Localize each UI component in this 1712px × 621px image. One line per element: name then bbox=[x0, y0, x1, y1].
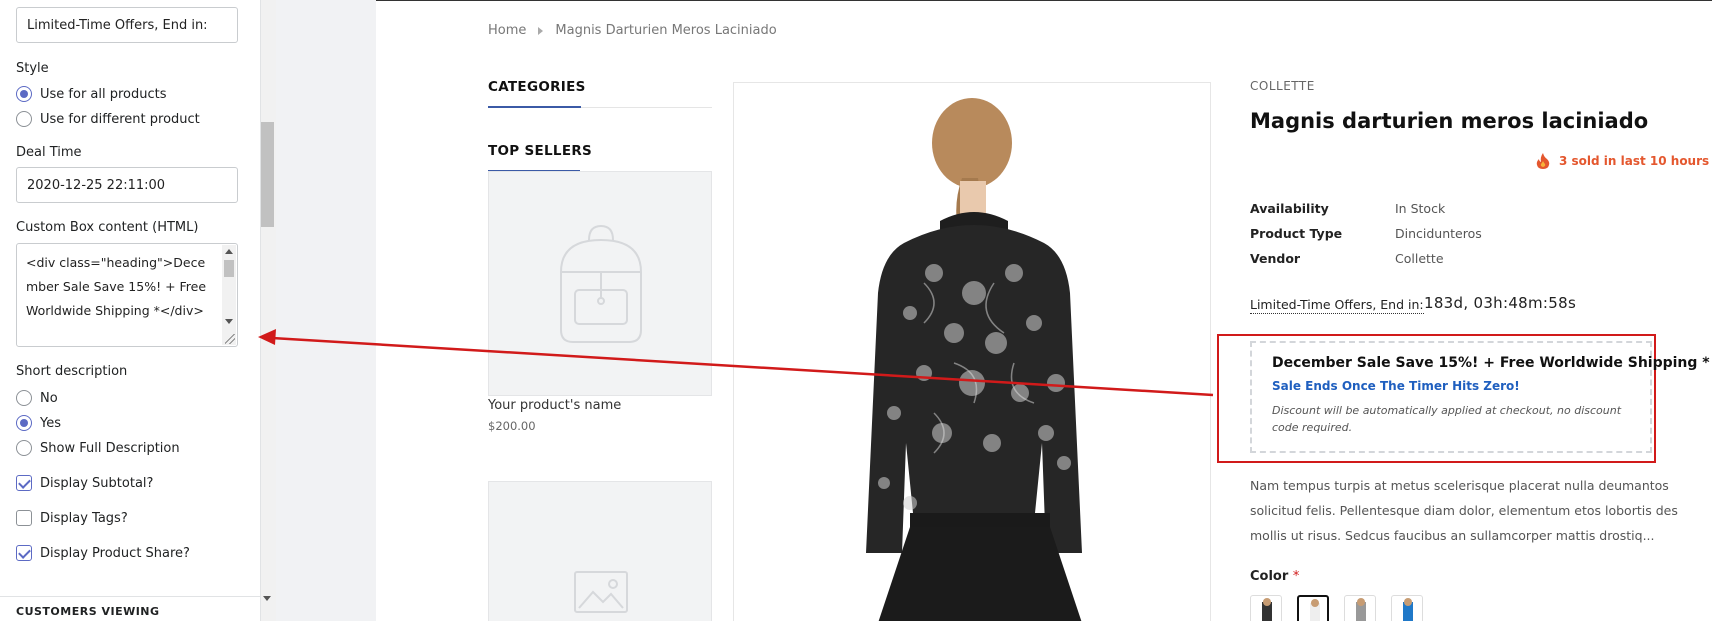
meta-value-availability: In Stock bbox=[1395, 201, 1446, 216]
placeholder-product-name[interactable]: Your product's name bbox=[488, 398, 621, 413]
meta-key-availability: Availability bbox=[1250, 201, 1329, 216]
radio-selected-icon[interactable] bbox=[16, 86, 32, 102]
categories-heading[interactable]: CATEGORIES bbox=[488, 79, 586, 95]
swatch-thumbnail bbox=[1310, 599, 1320, 621]
deal-time-input[interactable] bbox=[16, 167, 238, 203]
sidebar-scroll-thumb[interactable] bbox=[261, 122, 274, 227]
color-swatch-blue[interactable] bbox=[1391, 595, 1423, 621]
display-share-label: Display Product Share? bbox=[40, 545, 190, 561]
display-tags-label: Display Tags? bbox=[40, 510, 128, 526]
scroll-up-icon[interactable] bbox=[225, 249, 233, 254]
checkbox-icon[interactable] bbox=[16, 510, 32, 526]
top-sellers-heading: TOP SELLERS bbox=[488, 143, 593, 159]
countdown-text-input[interactable] bbox=[16, 7, 238, 43]
short-desc-option-no[interactable]: No bbox=[16, 390, 58, 406]
custom-box-content[interactable]: <div class="heading">December Sale Save … bbox=[26, 251, 216, 323]
breadcrumb-home-link[interactable]: Home bbox=[488, 23, 526, 38]
promo-note: Discount will be automatically applied a… bbox=[1272, 404, 1622, 434]
color-option-label: Color * bbox=[1250, 569, 1299, 584]
vendor-label[interactable]: COLLETTE bbox=[1250, 79, 1315, 93]
product-placeholder-image[interactable] bbox=[488, 481, 712, 621]
section-title: CUSTOMERS VIEWING bbox=[16, 605, 160, 618]
display-share-checkbox[interactable]: Display Product Share? bbox=[16, 545, 190, 561]
product-placeholder-image[interactable] bbox=[488, 171, 712, 396]
swatch-thumbnail bbox=[1356, 598, 1366, 621]
style-label: Style bbox=[16, 61, 49, 76]
settings-scroll-area: Style Use for all products Use for diffe… bbox=[0, 0, 260, 621]
deal-time-label: Deal Time bbox=[16, 145, 82, 160]
sidebar-scrollbar[interactable] bbox=[261, 0, 276, 621]
short-desc-option-yes[interactable]: Yes bbox=[16, 415, 61, 431]
textarea-scroll-thumb[interactable] bbox=[224, 260, 234, 277]
required-marker: * bbox=[1292, 569, 1300, 584]
countdown-label: Limited-Time Offers, End in: bbox=[1250, 297, 1424, 314]
style-option-label: Use for all products bbox=[40, 86, 167, 102]
style-option-label: Use for different product bbox=[40, 111, 200, 127]
meta-value-product-type[interactable]: Dincidunteros bbox=[1395, 226, 1482, 241]
swatch-thumbnail bbox=[1262, 598, 1272, 621]
radio-icon[interactable] bbox=[16, 390, 32, 406]
short-description: Nam tempus turpis at metus scelerisque p… bbox=[1250, 478, 1678, 543]
style-option-different-product[interactable]: Use for different product bbox=[16, 111, 200, 127]
short-description-label: Short description bbox=[16, 364, 128, 379]
short-desc-option-label: No bbox=[40, 390, 58, 406]
short-desc-option-full[interactable]: Show Full Description bbox=[16, 440, 180, 456]
radio-icon[interactable] bbox=[16, 440, 32, 456]
custom-box-textarea[interactable]: <div class="heading">December Sale Save … bbox=[16, 243, 238, 347]
scroll-down-icon[interactable] bbox=[263, 596, 271, 601]
color-label-text: Color bbox=[1250, 569, 1289, 584]
sold-text: 3 sold in last 10 hours bbox=[1559, 154, 1710, 168]
radio-selected-icon[interactable] bbox=[16, 415, 32, 431]
swatch-thumbnail bbox=[1403, 598, 1413, 621]
checkbox-checked-icon[interactable] bbox=[16, 475, 32, 491]
radio-icon[interactable] bbox=[16, 111, 32, 127]
promo-heading: December Sale Save 15%! + Free Worldwide… bbox=[1272, 355, 1710, 371]
style-option-all-products[interactable]: Use for all products bbox=[16, 86, 167, 102]
breadcrumb: Home Magnis Darturien Meros Laciniado bbox=[488, 23, 777, 38]
product-title: Magnis darturien meros laciniado bbox=[1250, 109, 1649, 133]
breadcrumb-current: Magnis Darturien Meros Laciniado bbox=[555, 23, 777, 38]
color-swatch-grey[interactable] bbox=[1344, 595, 1376, 621]
meta-key-vendor: Vendor bbox=[1250, 251, 1301, 266]
display-subtotal-label: Display Subtotal? bbox=[40, 475, 154, 491]
backpack-placeholder-icon bbox=[560, 224, 642, 343]
placeholder-product-price: $200.00 bbox=[488, 419, 536, 433]
fire-icon bbox=[1536, 153, 1550, 169]
sold-counter: 3 sold in last 10 hours bbox=[1536, 153, 1709, 169]
display-subtotal-checkbox[interactable]: Display Subtotal? bbox=[16, 475, 153, 491]
heading-underline bbox=[488, 106, 581, 108]
color-swatch-black[interactable] bbox=[1250, 595, 1282, 621]
meta-key-product-type: Product Type bbox=[1250, 226, 1343, 241]
image-placeholder-icon bbox=[574, 571, 628, 613]
countdown-timer: 183d, 03h:48m:58s bbox=[1424, 294, 1577, 312]
meta-value-vendor[interactable]: Collette bbox=[1395, 251, 1444, 266]
custom-box-label: Custom Box content (HTML) bbox=[16, 220, 199, 235]
promo-subheading: Sale Ends Once The Timer Hits Zero! bbox=[1272, 379, 1520, 393]
display-tags-checkbox[interactable]: Display Tags? bbox=[16, 510, 128, 526]
short-desc-option-label: Yes bbox=[40, 415, 61, 431]
chevron-right-icon bbox=[538, 26, 544, 35]
color-swatch-white[interactable] bbox=[1297, 595, 1329, 621]
short-desc-option-label: Show Full Description bbox=[40, 440, 180, 456]
checkbox-checked-icon[interactable] bbox=[16, 545, 32, 561]
model-photo bbox=[866, 98, 1082, 621]
settings-sidebar: Style Use for all products Use for diffe… bbox=[0, 0, 261, 621]
product-main-image[interactable] bbox=[733, 82, 1211, 621]
customers-viewing-section[interactable]: CUSTOMERS VIEWING bbox=[0, 596, 260, 621]
scroll-down-icon[interactable] bbox=[225, 319, 233, 324]
storefront-preview: Home Magnis Darturien Meros Laciniado CA… bbox=[376, 0, 1712, 621]
resize-handle-icon[interactable] bbox=[225, 334, 235, 344]
